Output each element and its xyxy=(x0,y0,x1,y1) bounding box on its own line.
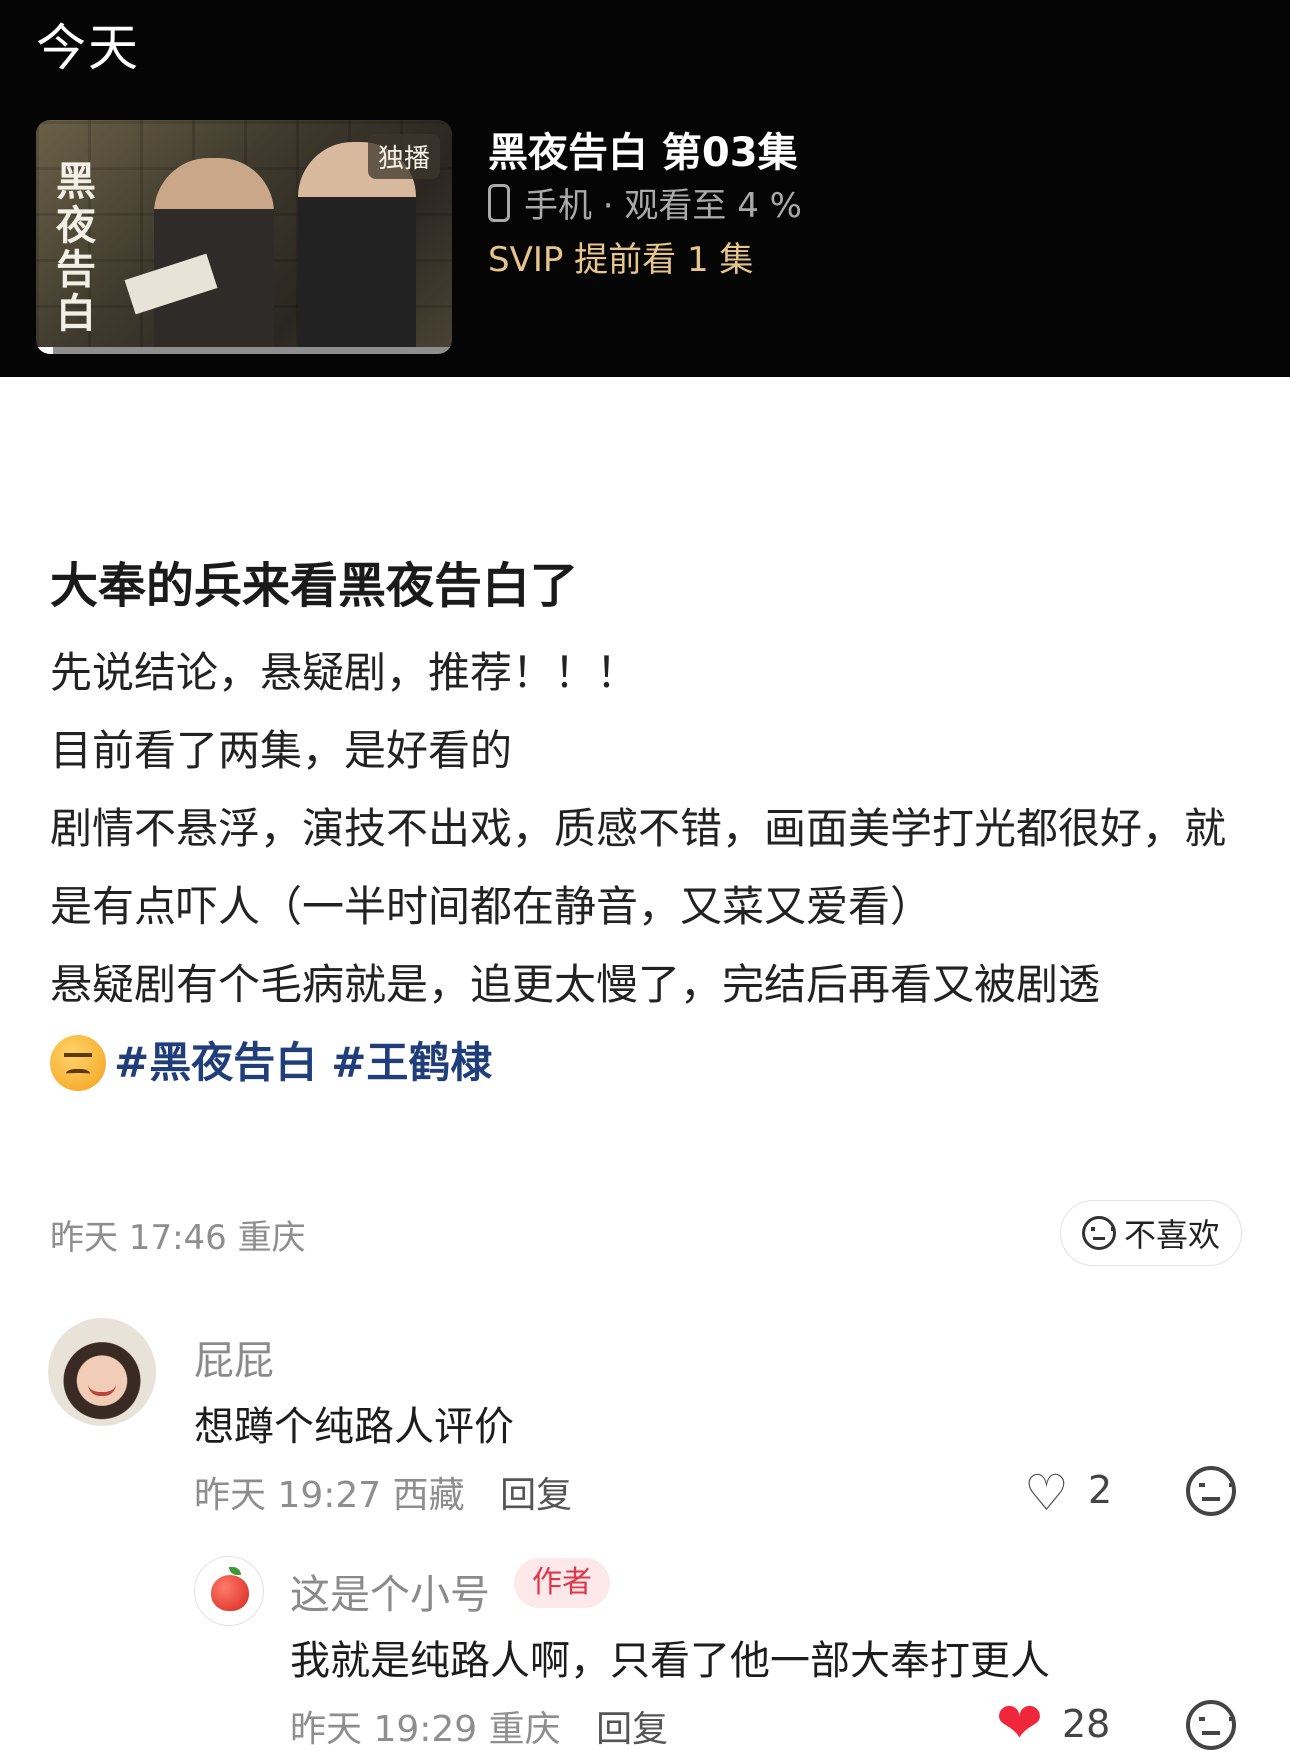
neutral-face-icon[interactable] xyxy=(1186,1466,1236,1516)
post-line: 剧情不悬浮，演技不出戏，质感不错，画面美学打光都很好，就是有点吓人（一半时间都在… xyxy=(50,804,1227,931)
apple-avatar-icon xyxy=(211,1575,249,1611)
post-body: 先说结论，悬疑剧，推荐！！！ 目前看了两集，是好看的 剧情不悬浮，演技不出戏，质… xyxy=(50,634,1250,1102)
comment-meta: 昨天 19:29 重庆 回复 xyxy=(290,1700,668,1752)
author-badge: 作者 xyxy=(514,1558,610,1608)
comment-time-location: 昨天 19:29 重庆 xyxy=(290,1709,561,1750)
confounded-face-emoji-icon xyxy=(50,1035,106,1091)
reply-button[interactable]: 回复 xyxy=(500,1475,572,1516)
avatar-smile xyxy=(88,1384,116,1396)
poster-calligraphy-char: 告 xyxy=(56,246,96,293)
hashtag-link[interactable]: #黑夜告白 xyxy=(114,1024,317,1102)
apple-leaf-icon xyxy=(229,1567,241,1575)
comment-text: 想蹲个纯路人评价 xyxy=(194,1404,514,1450)
hashtag-link[interactable]: #王鹤棣 xyxy=(331,1024,492,1102)
comment-text: 我就是纯路人啊，只看了他一部大奉打更人 xyxy=(290,1638,1050,1684)
poster-calligraphy-logo: 黑夜告白 xyxy=(56,160,126,336)
poster-figure-left xyxy=(154,158,274,354)
post-line: 先说结论，悬疑剧，推荐！！！ xyxy=(50,648,639,697)
avatar[interactable] xyxy=(194,1556,264,1626)
post-line: 目前看了两集，是好看的 xyxy=(50,726,513,775)
watch-history-section: 今天 黑夜告白 独播 黑夜告白 第03集 手机 · 观看至 4 % SVIP 提… xyxy=(0,0,1290,377)
poster-calligraphy-char: 白 xyxy=(56,290,96,337)
device-progress-text: 手机 · 观看至 4 % xyxy=(524,186,802,226)
post-meta: 昨天 17:46 重庆 xyxy=(50,1218,306,1258)
like-count: 2 xyxy=(1088,1468,1113,1512)
exclusive-badge: 独播 xyxy=(367,134,440,179)
like-count: 28 xyxy=(1062,1702,1111,1746)
svip-note[interactable]: SVIP 提前看 1 集 xyxy=(488,232,753,281)
hashtag-line: #黑夜告白 #王鹤棣 xyxy=(50,1024,1250,1102)
comment-time-location: 昨天 19:27 西藏 xyxy=(194,1475,465,1516)
comment-author-name[interactable]: 这是个小号 xyxy=(290,1562,490,1620)
reply-button[interactable]: 回复 xyxy=(596,1709,668,1750)
poster-calligraphy-char: 夜 xyxy=(56,202,96,249)
dislike-button[interactable]: 不喜欢 xyxy=(1060,1200,1242,1266)
post-line: 悬疑剧有个毛病就是，追更太慢了，完结后再看又被剧透 xyxy=(50,960,1101,1009)
phone-icon xyxy=(488,183,510,222)
neutral-face-icon[interactable] xyxy=(1186,1700,1236,1750)
history-section-title: 今天 xyxy=(36,19,140,77)
poster-calligraphy-char: 黑 xyxy=(56,158,96,205)
comment-author-name[interactable]: 屁屁 xyxy=(194,1328,274,1386)
post-title: 大奉的兵来看黑夜告白了 xyxy=(50,558,579,614)
watch-progress-track xyxy=(36,347,452,354)
watch-progress-fill xyxy=(36,347,53,354)
episode-poster[interactable]: 黑夜告白 独播 xyxy=(36,120,452,354)
device-progress: 手机 · 观看至 4 % xyxy=(488,178,802,227)
heart-outline-icon[interactable]: ♡ xyxy=(1024,1468,1069,1518)
episode-title[interactable]: 黑夜告白 第03集 xyxy=(488,120,798,178)
avatar[interactable] xyxy=(48,1318,156,1426)
comment-meta: 昨天 19:27 西藏 回复 xyxy=(194,1466,572,1518)
dislike-label: 不喜欢 xyxy=(1123,1216,1220,1254)
heart-filled-icon[interactable]: ❤ xyxy=(996,1696,1043,1752)
neutral-face-icon xyxy=(1081,1216,1116,1250)
